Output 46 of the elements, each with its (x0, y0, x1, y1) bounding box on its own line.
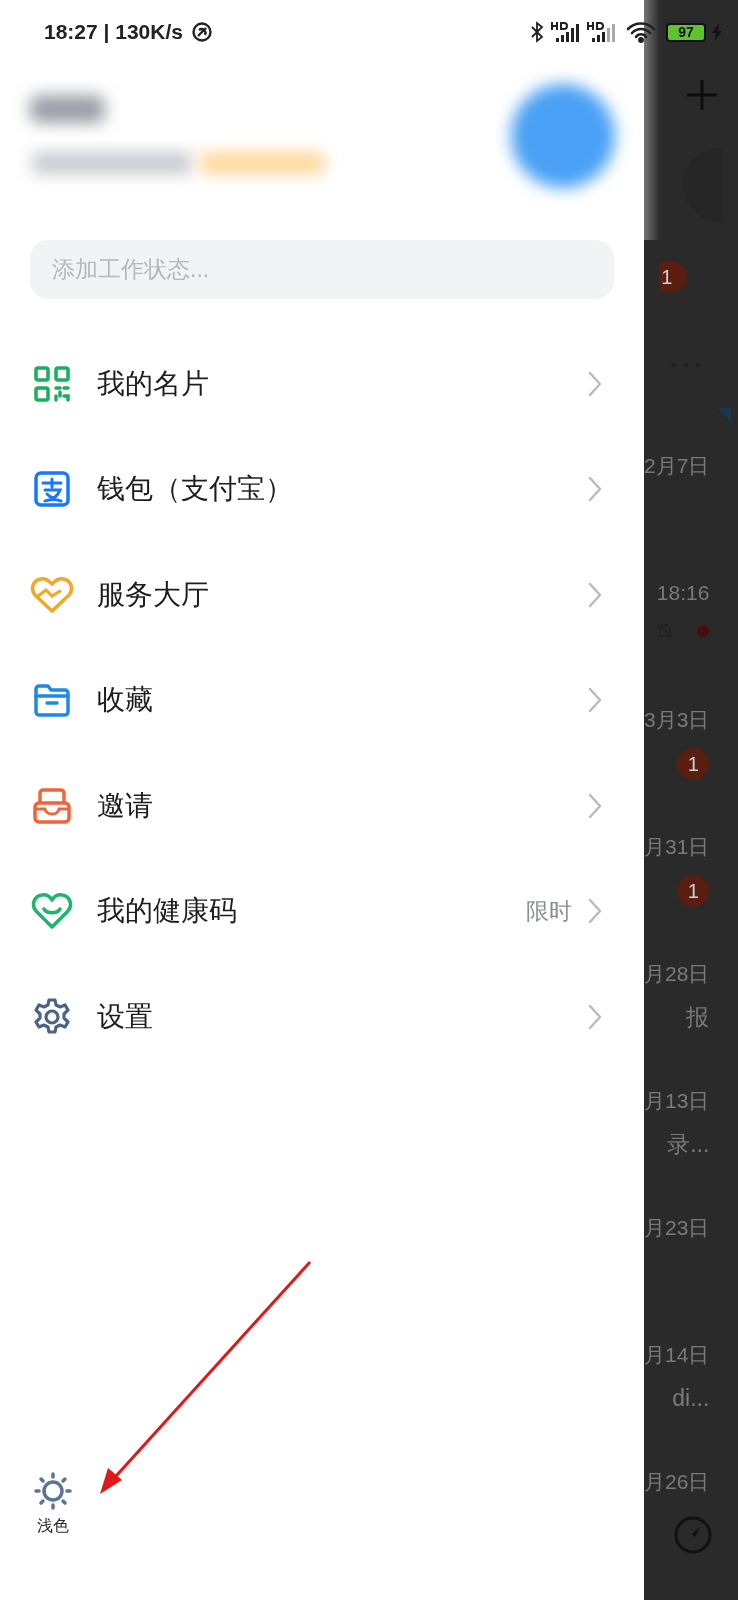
heart-icon (30, 575, 74, 614)
signal-icon (586, 21, 616, 43)
chevron-icon (588, 792, 602, 819)
compass-icon[interactable] (673, 1515, 714, 1555)
chat-time: 月23日 (644, 1215, 710, 1241)
unread-badge: 1 (677, 875, 710, 907)
menu-item[interactable]: 服务大厅 (0, 542, 644, 648)
chat-time: 月13日 (644, 1088, 710, 1114)
bluetooth-icon (530, 21, 544, 43)
sun-icon (34, 1472, 72, 1510)
envelope-box-icon (30, 786, 74, 825)
corner-mark-icon (717, 408, 732, 422)
menu-item[interactable]: 钱包（支付宝） (0, 436, 644, 542)
chat-time: 月31日 (644, 834, 710, 860)
menu-item[interactable]: 我的健康码 限时 (0, 858, 644, 964)
message-preview: 录... (667, 1130, 710, 1159)
chat-time: 18:16 (656, 580, 710, 606)
message-preview: 报 (686, 1003, 710, 1032)
chevron-icon (588, 687, 602, 714)
chevron-icon (588, 370, 602, 397)
tag-label: 限时 (526, 897, 572, 926)
chevron-icon (588, 1003, 602, 1030)
smile-heart-icon (30, 892, 74, 931)
data-saver-icon (191, 21, 213, 43)
chat-time: 月14日 (644, 1342, 710, 1368)
charging-icon (712, 23, 722, 41)
menu-item[interactable]: 我的名片 (0, 331, 644, 437)
battery-indicator: 97 (666, 22, 706, 42)
unread-badge: 1 (659, 262, 688, 292)
signal-icon (550, 21, 580, 43)
wifi-icon (626, 21, 656, 43)
menu-item[interactable]: 邀请 (0, 753, 644, 859)
plus-icon[interactable] (685, 78, 720, 112)
chat-time: 3月3日 (644, 707, 710, 733)
unread-badge: 1 (677, 748, 710, 780)
menu-item[interactable]: 收藏 (0, 647, 644, 753)
status-time: 18:27 | 130K/s (44, 19, 183, 46)
theme-toggle[interactable]: 浅色 (32, 1472, 74, 1538)
chat-time: 月28日 (644, 961, 710, 987)
chevron-icon (588, 476, 602, 503)
chevron-icon (588, 898, 602, 925)
menu-item[interactable]: 设置 (0, 964, 644, 1070)
chevron-icon (588, 581, 602, 608)
chat-time: 月26日 (644, 1469, 710, 1495)
chat-time: 2月7日 (644, 453, 710, 479)
message-preview: di... (672, 1384, 710, 1413)
